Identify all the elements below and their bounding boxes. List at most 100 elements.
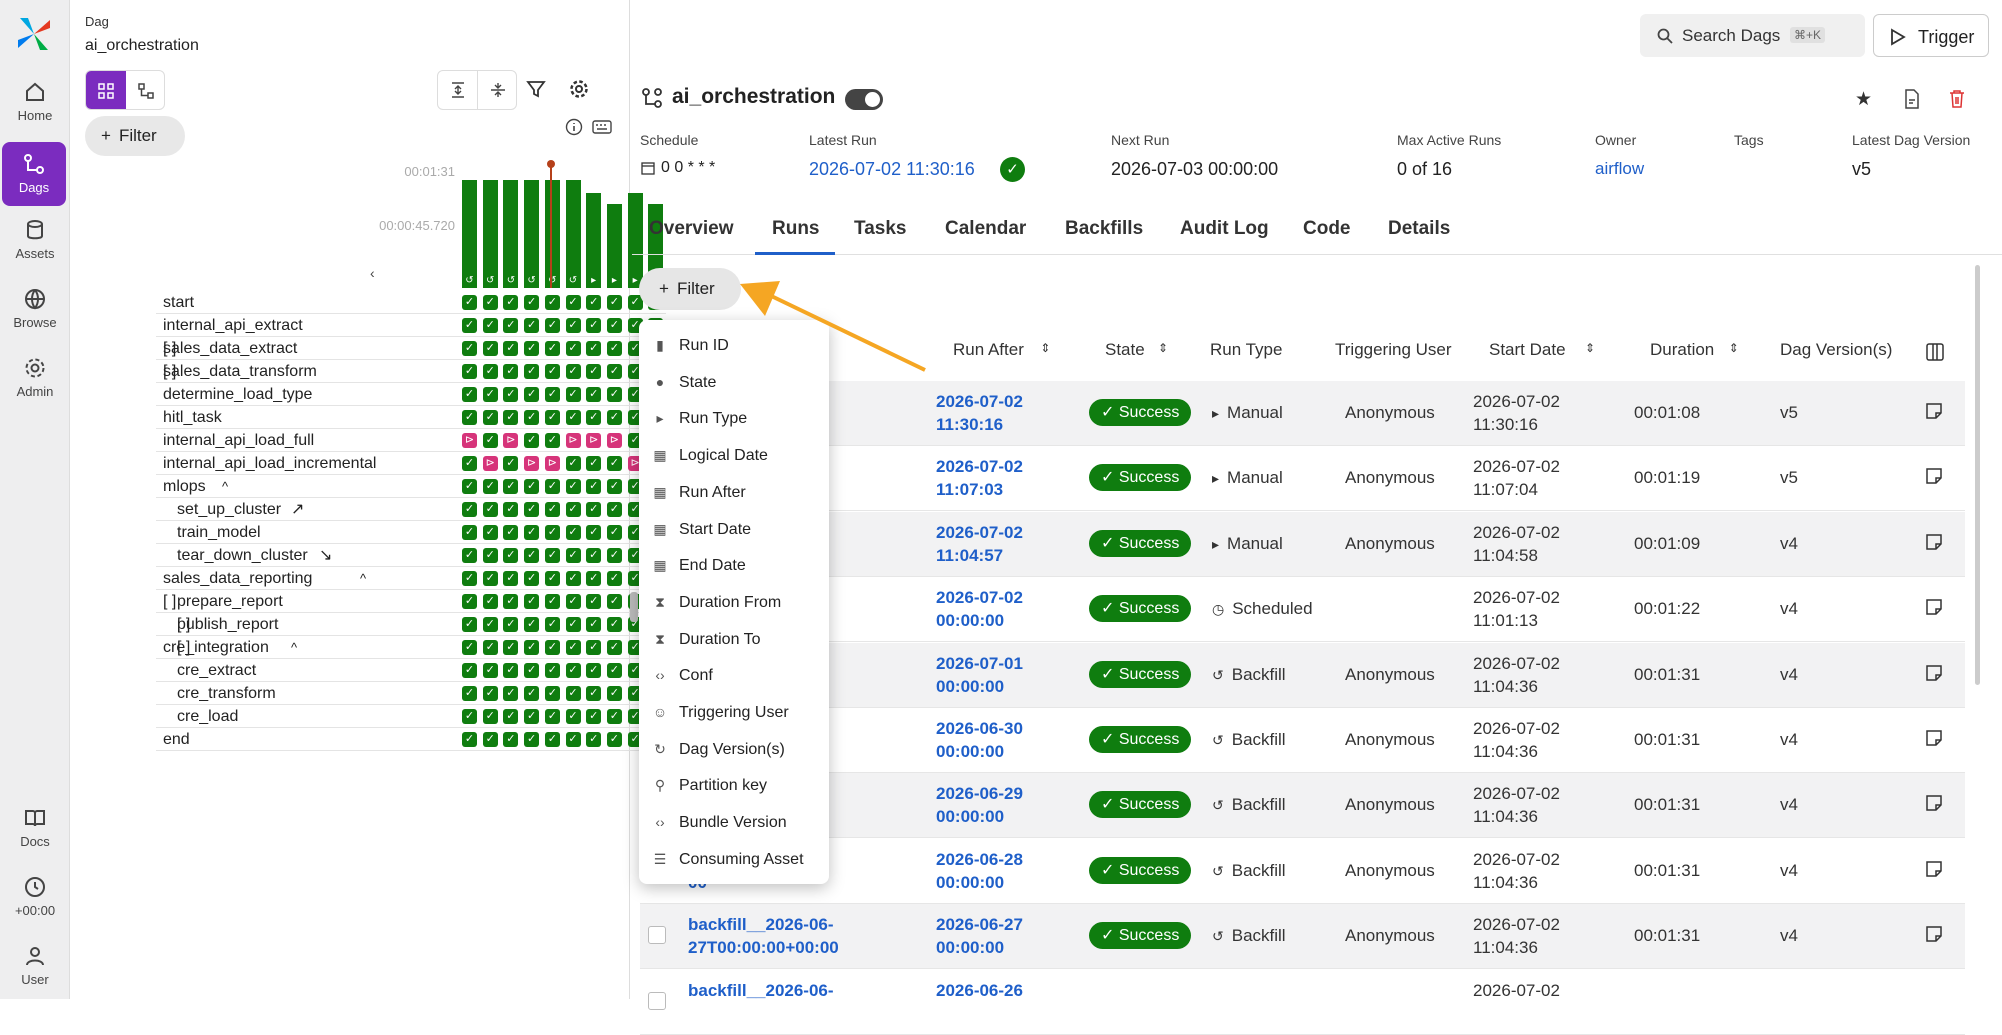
task-instance-success[interactable]: ✓ [482,640,498,655]
expand-rows-button[interactable] [438,71,478,109]
run-after-link[interactable]: 2026-07-01 00:00:00 [936,652,1023,698]
filter-option-state[interactable]: ● State [651,368,717,396]
task-instance-success[interactable]: ✓ [606,594,622,609]
filter-option-duration-from[interactable]: ⧗ Duration From [651,588,781,616]
task-instance-success[interactable]: ✓ [606,686,622,701]
task-instance-success[interactable]: ✓ [503,548,519,563]
task-name[interactable]: sales_data_reporting [ ] [163,567,312,610]
task-instance-success[interactable]: ✓ [586,341,602,356]
row-checkbox[interactable] [648,991,666,1010]
task-instance-success[interactable]: ✓ [524,709,540,724]
task-instance-success[interactable]: ✓ [482,732,498,747]
filter-funnel-button[interactable] [525,78,549,102]
task-instance-success[interactable]: ✓ [482,318,498,333]
task-instance-success[interactable]: ✓ [503,364,519,379]
task-name[interactable]: cre_integration [163,636,269,659]
task-instance-success[interactable]: ✓ [606,387,622,402]
task-instance-success[interactable]: ✓ [586,295,602,310]
task-instance-success[interactable]: ✓ [544,594,560,609]
run-after-link[interactable]: 2026-07-02 11:07:03 [936,455,1023,501]
task-instance-success[interactable]: ✓ [544,318,560,333]
nav-assets[interactable]: Assets [0,218,70,261]
panel-resize-handle[interactable] [630,592,638,622]
task-instance-skipped[interactable]: ⊳ [544,456,560,471]
task-instance-success[interactable]: ✓ [606,318,622,333]
task-instance-success[interactable]: ✓ [586,640,602,655]
task-instance-success[interactable]: ✓ [482,571,498,586]
task-instance-success[interactable]: ✓ [606,640,622,655]
task-name[interactable]: determine_load_type [163,383,312,406]
nav-browse[interactable]: Browse [0,287,70,330]
task-instance-success[interactable]: ✓ [544,617,560,632]
task-instance-success[interactable]: ✓ [462,709,477,724]
task-instance-skipped[interactable]: ⊳ [524,456,540,471]
task-instance-success[interactable]: ✓ [606,732,622,747]
run-duration-bar[interactable] [565,180,581,288]
run-after-link[interactable]: 2026-06-30 00:00:00 [936,717,1023,763]
task-instance-success[interactable]: ✓ [565,594,581,609]
task-instance-success[interactable]: ✓ [586,364,602,379]
task-instance-success[interactable]: ✓ [462,663,477,678]
run-after-link[interactable]: 2026-07-02 11:04:57 [936,521,1023,567]
task-name[interactable]: start [163,291,194,314]
task-instance-success[interactable]: ✓ [524,502,540,517]
filter-option-consuming-asset[interactable]: ☰ Consuming Asset [651,845,804,873]
task-instance-success[interactable]: ✓ [586,709,602,724]
task-name[interactable]: internal_api_extract [ ] [163,314,303,357]
task-instance-success[interactable]: ✓ [503,387,519,402]
task-instance-skipped[interactable]: ⊳ [586,433,602,448]
favorite-star-icon[interactable]: ★ [1855,88,1872,111]
sort-icon[interactable]: ⇕ [1585,341,1595,355]
task-instance-success[interactable]: ✓ [565,686,581,701]
task-instance-skipped[interactable]: ⊳ [503,433,519,448]
task-instance-success[interactable]: ✓ [524,686,540,701]
tab-audit-log[interactable]: Audit Log [1180,218,1269,240]
group-collapse-chevron[interactable]: ^ [360,567,366,590]
task-instance-success[interactable]: ✓ [565,548,581,563]
task-instance-skipped[interactable]: ⊳ [606,433,622,448]
table-row[interactable]: 7-002026-07-0100:00:00✓ Success↺Backfill… [640,642,1965,708]
task-instance-success[interactable]: ✓ [606,364,622,379]
tab-runs[interactable]: Runs [772,218,820,240]
task-instance-success[interactable]: ✓ [544,663,560,678]
table-row[interactable]: 6-002026-06-3000:00:00✓ Success↺Backfill… [640,708,1965,773]
task-name[interactable]: mlops [163,475,206,498]
task-instance-success[interactable]: ✓ [503,617,519,632]
column-header-start-date[interactable]: Start Date [1489,340,1566,360]
filter-option-bundle-version[interactable]: ‹› Bundle Version [651,808,786,836]
filter-option-run-after[interactable]: ▦ Run After [651,478,745,506]
info-icon[interactable] [565,118,583,141]
task-instance-success[interactable]: ✓ [503,479,519,494]
task-instance-success[interactable]: ✓ [524,640,540,655]
nav-timezone[interactable]: +00:00 [0,875,70,918]
run-duration-bar[interactable] [627,193,643,288]
note-icon[interactable] [1925,794,1943,817]
run-after-link[interactable]: 2026-06-29 00:00:00 [936,782,1023,828]
task-instance-success[interactable]: ✓ [524,387,540,402]
tab-calendar[interactable]: Calendar [945,218,1026,240]
scrollbar-thumb[interactable] [1975,265,1980,685]
task-instance-success[interactable]: ✓ [524,410,540,425]
task-instance-success[interactable]: ✓ [503,502,519,517]
column-header-dag-version-s-[interactable]: Dag Version(s) [1780,340,1892,360]
task-name[interactable]: sales_data_extract [ ] [163,337,297,380]
run-after-link[interactable]: 2026-07-02 00:00:00 [936,586,1023,632]
task-instance-success[interactable]: ✓ [565,640,581,655]
note-icon[interactable] [1925,925,1943,948]
task-instance-success[interactable]: ✓ [462,548,477,563]
note-icon[interactable] [1925,860,1943,883]
task-name[interactable]: hitl_task [163,406,222,429]
columns-icon[interactable] [1926,343,1944,361]
grid-filter-button[interactable]: + Filter [85,116,185,156]
task-instance-success[interactable]: ✓ [482,709,498,724]
task-instance-success[interactable]: ✓ [544,709,560,724]
collapse-rows-button[interactable] [478,71,518,109]
task-instance-success[interactable]: ✓ [565,663,581,678]
note-icon[interactable] [1925,402,1943,425]
task-instance-success[interactable]: ✓ [586,387,602,402]
task-instance-success[interactable]: ✓ [544,640,560,655]
task-instance-success[interactable]: ✓ [462,479,477,494]
row-checkbox[interactable] [648,926,666,945]
filter-option-duration-to[interactable]: ⧗ Duration To [651,625,760,653]
tab-backfills[interactable]: Backfills [1065,218,1143,240]
